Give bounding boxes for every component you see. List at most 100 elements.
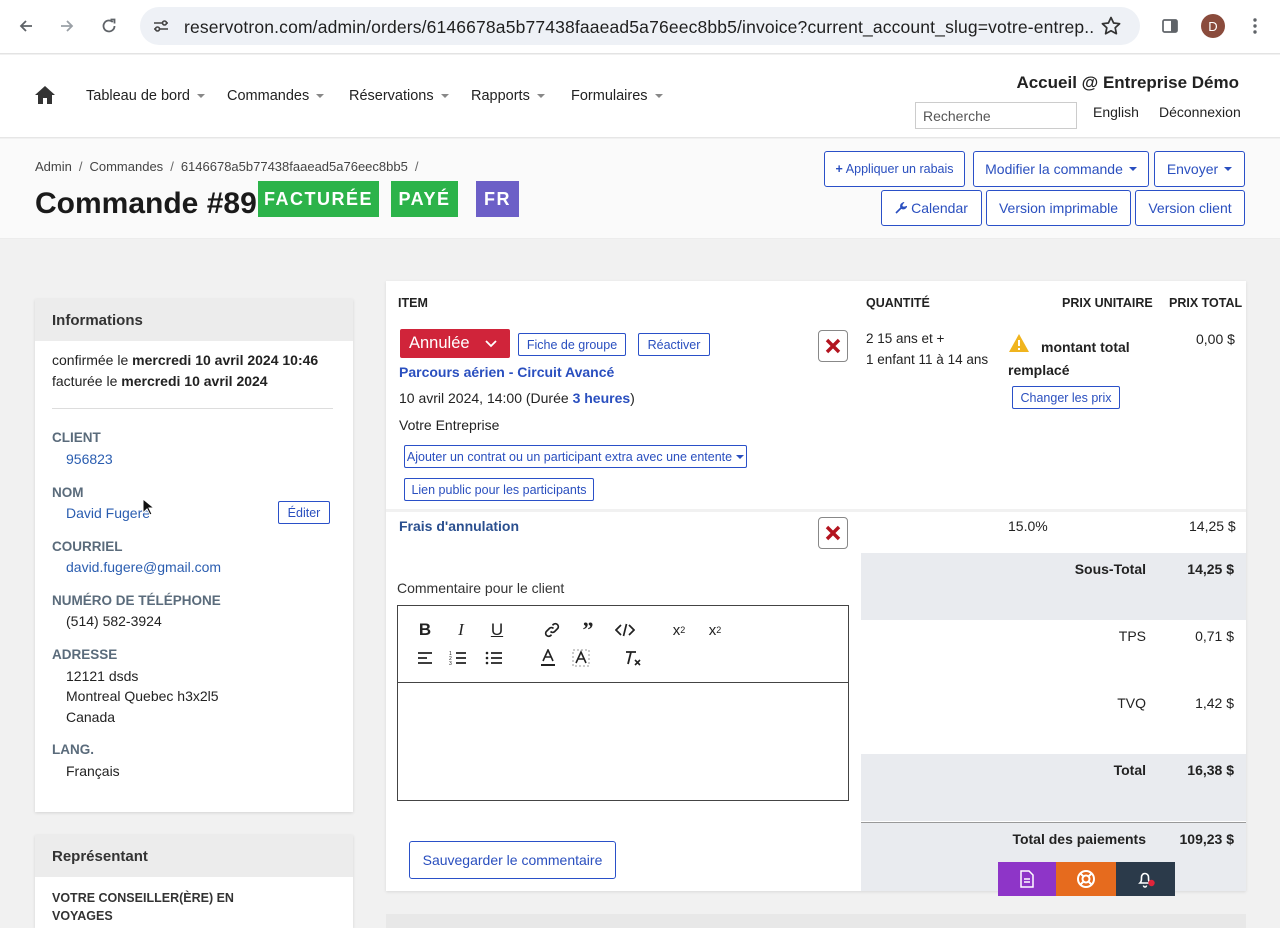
side-panel-icon[interactable] <box>1156 12 1184 40</box>
payments-value: 109,23 $ <box>1179 831 1235 847</box>
comment-textarea[interactable] <box>399 684 847 800</box>
organization-title[interactable]: Accueil @ Entreprise Démo <box>1016 73 1239 93</box>
italic-icon[interactable]: I <box>450 619 472 641</box>
phone-value: (514) 582-3924 <box>66 613 162 629</box>
email-link[interactable]: david.fugere@gmail.com <box>66 559 221 575</box>
invoiced-line: facturée le mercredi 10 avril 2024 <box>52 373 268 389</box>
document-button[interactable] <box>998 862 1056 896</box>
profile-avatar[interactable]: D <box>1201 14 1225 38</box>
address-label: ADRESSE <box>52 647 118 662</box>
name-label: NOM <box>52 485 84 500</box>
nav-forms[interactable]: Formulaires <box>571 88 663 104</box>
remove-fee-button[interactable] <box>818 517 848 549</box>
svg-text:3: 3 <box>449 661 452 666</box>
public-link-button[interactable]: Lien public pour les participants <box>404 478 594 501</box>
advisor-label-line1: VOTRE CONSEILLER(ÈRE) EN <box>52 891 234 905</box>
confirmed-line: confirmée le mercredi 10 avril 2024 10:4… <box>52 352 319 368</box>
page-title: Commande #89 <box>35 187 257 220</box>
send-button[interactable]: Envoyer <box>1154 151 1245 187</box>
subscript-icon[interactable]: x2 <box>668 619 690 641</box>
breadcrumb-order-id[interactable]: 6146678a5b77438faaead5a76eec8bb5 <box>181 159 408 174</box>
nav-dashboard[interactable]: Tableau de bord <box>86 88 205 104</box>
client-name-link[interactable]: David Fugere <box>66 505 150 521</box>
add-contract-button[interactable]: Ajouter un contrat ou un participant ext… <box>404 445 747 468</box>
status-dropdown[interactable]: Annulée <box>400 329 510 358</box>
bold-icon[interactable]: B <box>414 619 436 641</box>
payments-label: Total des paiements <box>1012 831 1146 847</box>
price-note-line-1: montant total <box>1041 339 1130 355</box>
save-comment-button[interactable]: Sauvegarder le commentaire <box>409 841 616 879</box>
breadcrumb-admin[interactable]: Admin <box>35 159 72 174</box>
language-link[interactable]: English <box>1093 104 1139 120</box>
tvq-label: TVQ <box>1117 695 1146 711</box>
phone-label: NUMÉRO DE TÉLÉPHONE <box>52 593 221 608</box>
client-label: CLIENT <box>52 430 101 445</box>
product-link[interactable]: Parcours aérien - Circuit Avancé <box>399 364 614 380</box>
breadcrumb: Admin / Commandes/6146678a5b77438faaead5a7… <box>35 159 419 174</box>
url-text[interactable]: reservotron.com/admin/orders/6146678a5b7… <box>184 17 1094 38</box>
cancellation-fee-label: Frais d'annulation <box>399 518 520 534</box>
reactivate-button[interactable]: Réactiver <box>638 333 710 356</box>
background-color-icon[interactable] <box>570 647 592 669</box>
ordered-list-icon[interactable]: 123 <box>447 647 469 669</box>
lifebuoy-icon <box>1077 870 1095 888</box>
home-icon[interactable] <box>34 85 56 105</box>
help-button[interactable] <box>1056 862 1116 896</box>
chevron-down-icon <box>484 339 497 348</box>
printable-version-button[interactable]: Version imprimable <box>986 190 1131 226</box>
lang-label: LANG. <box>52 742 94 757</box>
info-panel-title: Informations <box>35 299 353 341</box>
logout-link[interactable]: Déconnexion <box>1159 104 1241 120</box>
align-left-icon[interactable] <box>414 647 436 669</box>
change-prices-button[interactable]: Changer les prix <box>1012 386 1120 409</box>
quantity-line-2: 1 enfant 11 à 14 ans <box>866 352 989 367</box>
address-line-2: Montreal Quebec h3x2l5 <box>66 688 219 704</box>
nav-orders[interactable]: Commandes <box>227 88 325 104</box>
document-icon <box>1020 870 1034 888</box>
breadcrumb-orders[interactable]: Commandes <box>89 159 163 174</box>
tps-value: 0,71 $ <box>1195 628 1234 644</box>
subtotal-label: Sous-Total <box>1074 561 1146 577</box>
email-label: COURRIEL <box>52 539 123 554</box>
bookmark-star-icon[interactable] <box>1100 15 1122 37</box>
close-icon <box>825 338 841 354</box>
notifications-button[interactable] <box>1116 862 1175 896</box>
search-input[interactable] <box>915 102 1077 129</box>
link-icon[interactable] <box>541 619 563 641</box>
back-arrow-icon[interactable] <box>12 12 40 40</box>
code-icon[interactable] <box>614 619 636 641</box>
tvq-value: 1,42 $ <box>1195 695 1234 711</box>
address-bar[interactable]: reservotron.com/admin/orders/6146678a5b7… <box>140 7 1140 45</box>
plus-icon: + <box>835 162 843 176</box>
app-navbar: Tableau de bord Commandes Réservations R… <box>0 55 1280 138</box>
comment-label: Commentaire pour le client <box>397 580 565 596</box>
text-color-icon[interactable] <box>537 647 559 669</box>
address-line-3: Canada <box>66 709 116 725</box>
invoice-panel: ITEM QUANTITÉ PRIX UNITAIRE PRIX TOTAL A… <box>386 281 1246 891</box>
address-line-1: 12121 dsds <box>66 668 139 684</box>
nav-reservations[interactable]: Réservations <box>349 88 449 104</box>
clear-format-icon[interactable] <box>622 647 644 669</box>
advisor-label-line2: VOYAGES <box>52 909 113 923</box>
client-id-link[interactable]: 956823 <box>66 451 113 467</box>
more-menu-icon[interactable] <box>1241 12 1269 40</box>
apply-discount-button[interactable]: + Appliquer un rabais <box>824 151 965 187</box>
superscript-icon[interactable]: x2 <box>704 619 726 641</box>
underline-icon[interactable]: U <box>486 619 508 641</box>
item-datetime: 10 avril 2024, 14:00 (Durée 3 heures) <box>399 390 635 406</box>
calendar-button[interactable]: Calendar <box>881 190 982 226</box>
page-header: Admin / Commandes/6146678a5b77438faaead5a7… <box>0 139 1280 239</box>
site-settings-icon[interactable] <box>152 17 170 35</box>
edit-name-button[interactable]: Éditer <box>278 501 330 524</box>
bullet-list-icon[interactable] <box>483 647 505 669</box>
forward-arrow-icon[interactable] <box>53 12 81 40</box>
group-sheet-button[interactable]: Fiche de groupe <box>518 333 626 356</box>
nav-reports[interactable]: Rapports <box>471 88 545 104</box>
info-panel: Informations confirmée le mercredi 10 av… <box>35 299 353 812</box>
close-icon <box>825 525 841 541</box>
quote-icon[interactable]: ” <box>577 617 599 642</box>
client-version-button[interactable]: Version client <box>1135 190 1245 226</box>
reload-icon[interactable] <box>95 12 123 40</box>
remove-item-button[interactable] <box>818 330 848 362</box>
modify-order-button[interactable]: Modifier la commande <box>973 151 1149 187</box>
